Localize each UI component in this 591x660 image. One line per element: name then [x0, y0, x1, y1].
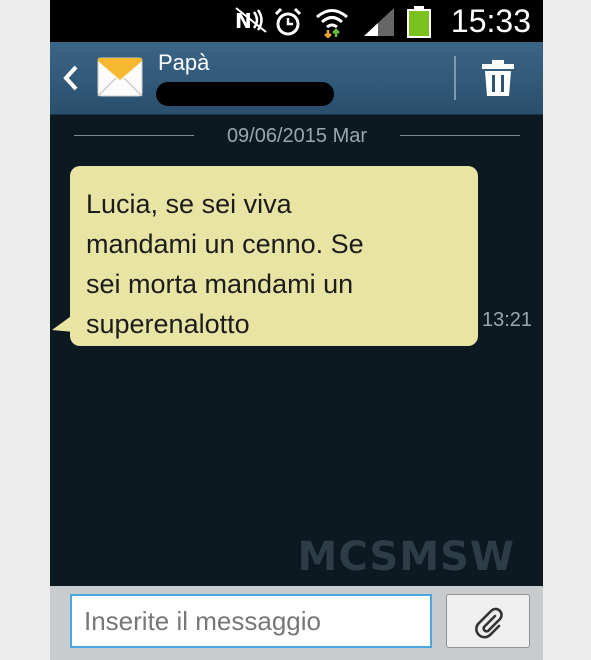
- nfc-icon: N: [235, 7, 267, 33]
- svg-text:N: N: [235, 9, 252, 33]
- battery-icon: [407, 6, 431, 38]
- message-composer: [50, 586, 543, 660]
- signal-icon: [364, 8, 394, 36]
- trash-icon[interactable]: [478, 58, 518, 98]
- back-arrow-icon[interactable]: [62, 64, 80, 92]
- redacted-phone-number: [156, 82, 334, 106]
- message-input[interactable]: [70, 594, 432, 648]
- watermark: MCSMSW: [297, 534, 515, 580]
- date-separator: 09/06/2015 Mar: [74, 124, 520, 148]
- message-bubble[interactable]: Lucia, se sei viva mandami un cenno. Se …: [70, 166, 478, 346]
- phone-screen: N 15:33 Papà 09/06/2015 Mar Lucia, se se…: [50, 0, 543, 660]
- contact-name[interactable]: Papà: [158, 50, 209, 76]
- date-separator-text: 09/06/2015 Mar: [226, 125, 368, 147]
- alarm-icon: [274, 7, 302, 36]
- envelope-icon: [97, 57, 143, 97]
- status-time: 15:33: [450, 3, 531, 39]
- wifi-icon: [316, 9, 348, 38]
- message-time: 13:21: [482, 309, 533, 331]
- header-divider: [454, 56, 456, 100]
- message-text: Lucia, se sei viva mandami un cenno. Se …: [86, 189, 364, 339]
- date-line-right: [400, 135, 520, 136]
- paperclip-icon: [475, 607, 503, 639]
- conversation-header: Papà: [50, 42, 543, 115]
- status-bar: N 15:33: [50, 0, 543, 42]
- attach-button[interactable]: [446, 594, 530, 648]
